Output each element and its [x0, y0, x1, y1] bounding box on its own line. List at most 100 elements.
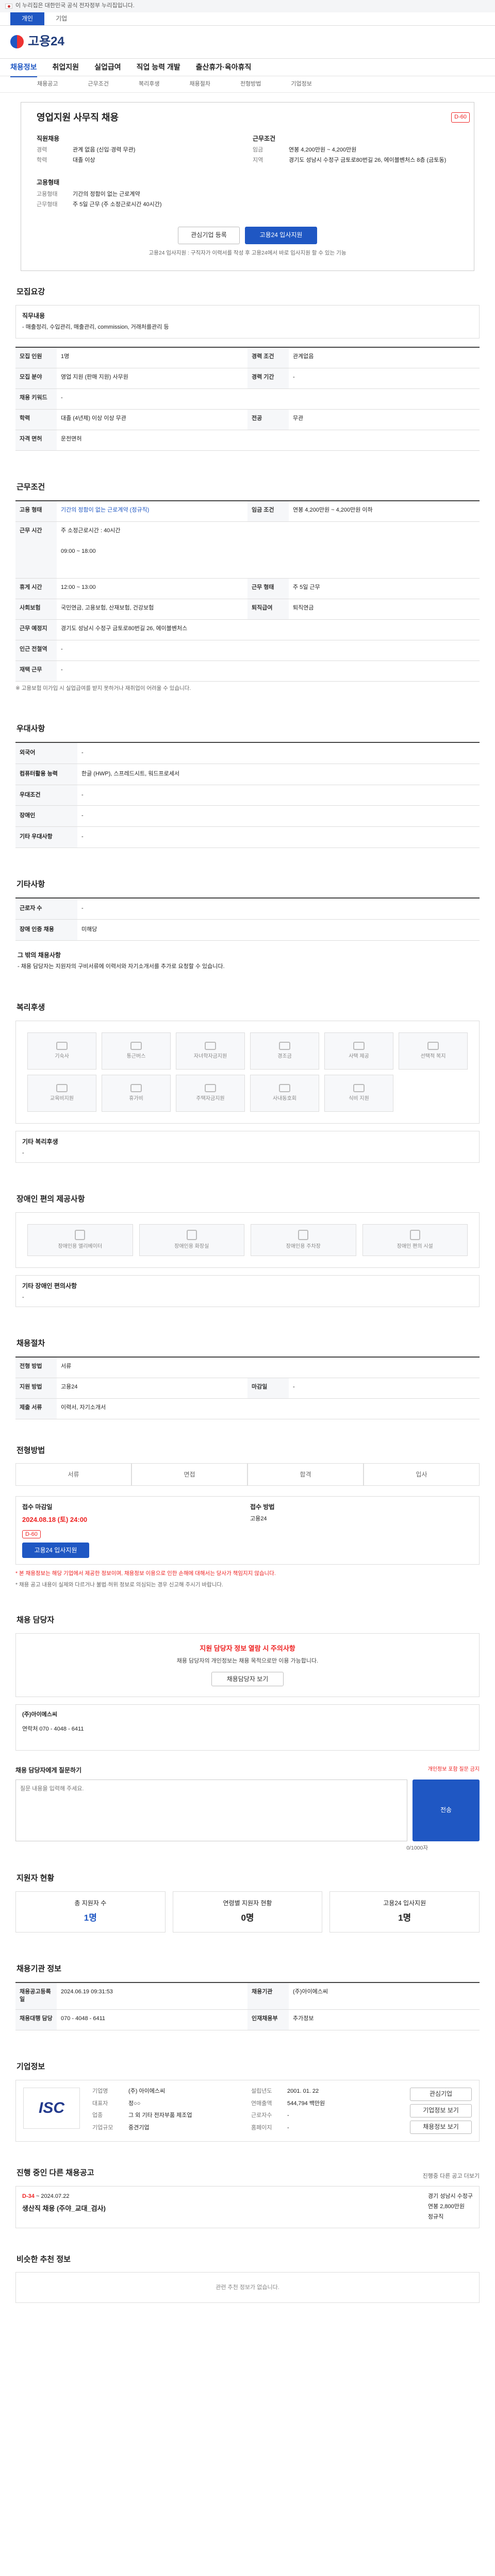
company-info-button[interactable]: 기업정보 보기 — [410, 2104, 472, 2118]
inquiry-send-button[interactable]: 전송 — [412, 1779, 480, 1841]
method-label: 접수 방법 — [250, 1503, 275, 1511]
etc-section: 기타사항 근로자 수- 장애 인증 채용 미해당 그 밖의 채용사항 - 채용 담… — [15, 879, 480, 971]
tab-company[interactable]: 기업 — [44, 12, 78, 25]
welfare-label: 식비 지원 — [349, 1095, 369, 1101]
other-jobs-section: 진행 중인 다른 채용공고 진행중 다른 공고 더보기 D-34 ~ 2024.… — [15, 2167, 480, 2228]
company-info-left: 기업명 (주) 아이에스씨 대표자 정○○ 업종 그 외 기타 전자부품 제조업 기업… — [92, 2088, 244, 2134]
subnav-item[interactable]: 복리후생 — [139, 80, 159, 89]
disability-label: 장애인 편의 시설 — [397, 1243, 433, 1249]
logo-text: 고용24 — [28, 35, 64, 49]
section-title: 장애인 편의 제공사항 — [16, 1195, 85, 1204]
subnav-item[interactable]: 채용절차 — [189, 80, 210, 89]
stats-row: 총 지원자 수 1명 연령별 지원자 현황 0명 고용24 입사지원 1명 — [15, 1891, 480, 1933]
nav-item-training[interactable]: 직업 능력 개발 — [137, 62, 180, 72]
welfare-item: 주택자금지원 — [176, 1075, 245, 1112]
cell: - — [77, 785, 480, 806]
welfare-label: 통근버스 — [126, 1053, 146, 1059]
welfare-section: 복리후생 기숙사 통근버스 자녀학자금지원 경조금 사택 제공 선택적 복지 교… — [15, 1002, 480, 1163]
subnav-item[interactable]: 기업정보 — [291, 80, 311, 89]
cell-head: 모집 분야 — [15, 368, 57, 389]
deadline-dday: D-60 — [22, 1530, 41, 1538]
cell-head: 지원 방법 — [15, 1378, 57, 1399]
site-logo[interactable]: 고용24 — [10, 33, 64, 51]
registration-section: 채용기관 정보 채용공고등록일 2024.06.19 09:31:53 채용기관 (주… — [15, 1963, 480, 2031]
vacation-icon — [130, 1083, 142, 1092]
subnav-item[interactable]: 근무조건 — [88, 80, 108, 89]
cell-head: 우대조건 — [15, 785, 77, 806]
welfare-other: 기타 복리후생 - — [15, 1131, 480, 1163]
cell-head: 사회보험 — [15, 599, 57, 620]
apply-button[interactable]: 고용24 입사지원 — [245, 226, 317, 244]
disability-label: 장애인용 주차장 — [286, 1243, 321, 1249]
favorite-company-button[interactable]: 관심기업 — [410, 2088, 472, 2102]
welfare-item: 사택 제공 — [324, 1032, 393, 1070]
section-title: 지원자 현황 — [16, 1874, 55, 1883]
contact-section: 채용 담당자 지원 담당자 정보 열람 시 주의사항 채용 담당자의 개인정보는… — [15, 1615, 480, 1751]
stat-value: 0명 — [241, 1913, 254, 1923]
inquiry-count: 0/1000자 — [406, 1844, 428, 1851]
job-title: 영업지원 사무직 채용 — [37, 112, 119, 123]
inquiry-textarea[interactable] — [15, 1779, 407, 1841]
etc-help-title: 그 밖의 채용사항 — [18, 951, 61, 959]
welfare-label: 주택자금지원 — [196, 1095, 225, 1101]
interest-button[interactable]: 관심기업 등록 — [178, 226, 240, 244]
stat-label: 총 지원자 수 — [74, 1899, 107, 1907]
tab-personal[interactable]: 개인 — [10, 12, 45, 25]
stat-box: 고용24 입사지원 1명 — [329, 1891, 480, 1933]
company-label: 직원채용 — [37, 135, 60, 143]
subnav-item[interactable]: 전형방법 — [240, 80, 261, 89]
cell: - — [289, 1378, 480, 1399]
disability-item: 장애인용 엘리베이터 — [27, 1224, 133, 1256]
cell-head: 채용대행 담당 — [15, 2010, 57, 2031]
nav-item-leave[interactable]: 출산휴가·육아휴직 — [196, 62, 252, 72]
company-logo: ISC — [23, 2088, 80, 2129]
meal-icon — [353, 1083, 365, 1092]
work-hours: 주 소정근로시간 : 40시간 — [61, 527, 121, 534]
welfare-label: 선택적 복지 — [420, 1053, 446, 1059]
section-title: 근무조건 — [16, 482, 45, 492]
cell: 2024.06.19 09:31:53 — [57, 1983, 248, 2010]
cell: - — [57, 389, 480, 410]
cell: 주 5일 근무 — [289, 579, 480, 599]
disability-item: 장애인용 화장실 — [139, 1224, 244, 1256]
info-key: 기업규모 — [92, 2124, 113, 2131]
welfare-item: 교육비지원 — [27, 1075, 96, 1112]
stat-box: 총 지원자 수 1명 — [15, 1891, 166, 1933]
section-title: 우대사항 — [16, 724, 45, 733]
duty-box: 직무내용 - 매출정리, 수입관리, 매출관리, commission, 거래처… — [15, 304, 480, 338]
section-title: 기타사항 — [16, 880, 45, 889]
view-contact-button[interactable]: 채용담당자 보기 — [211, 1672, 284, 1687]
preference-section: 우대사항 외국어 - 컴퓨터활용 능력 한글 (HWP), 스프레드시트, 워드프로… — [15, 723, 480, 849]
cell-head: 장애 인증 채용 — [15, 920, 77, 941]
deadline-apply-button[interactable]: 고용24 입사지원 — [22, 1543, 89, 1558]
cell-head: 전공 — [248, 409, 289, 430]
cell-head: 인재채용부 — [248, 2010, 289, 2031]
job-title-row: 영업지원 사무직 채용 D-60 — [37, 111, 474, 124]
other-job-item[interactable]: D-34 ~ 2024.07.22 생산직 채용 (주야_교대_검사) 경기 성… — [15, 2185, 480, 2228]
similar-section: 비슷한 추천 정보 관련 추천 정보가 없습니다. — [15, 2254, 480, 2303]
nav-item-unemployment[interactable]: 실업급여 — [94, 62, 121, 72]
cell: 연봉 4,200만원 ~ 4,200만원 이하 — [289, 501, 480, 522]
nav-item-support[interactable]: 취업지원 — [53, 62, 79, 72]
welfare-item: 휴가비 — [102, 1075, 171, 1112]
cell-head: 근무 형태 — [248, 578, 289, 599]
welfare-item: 사내동호회 — [250, 1075, 319, 1112]
disability-item: 장애인 편의 시설 — [362, 1224, 468, 1256]
conditions-label: 근무조건 — [253, 135, 276, 143]
info-key: 대표자 — [92, 2100, 108, 2107]
cell: 서류 — [57, 1358, 480, 1378]
apply-note: 고용24 입사지원 : 구직자가 이력서를 작성 후 고용24에서 바로 입사지… — [148, 249, 346, 256]
cell-head: 채용기관 — [248, 1982, 289, 2010]
cell: 관계없음 — [289, 348, 480, 368]
stat-label: 연령별 지원자 현황 — [223, 1899, 272, 1907]
disability-box: 장애인용 엘리베이터 장애인용 화장실 장애인용 주차장 장애인 편의 시설 — [15, 1212, 480, 1268]
step-item: 서류 — [15, 1463, 131, 1486]
company-jobs-button[interactable]: 채용정보 보기 — [410, 2121, 472, 2134]
more-jobs-link[interactable]: 진행중 다른 공고 더보기 — [423, 2173, 480, 2181]
nav-item-jobs[interactable]: 채용정보 — [10, 62, 37, 78]
cell-head: 기타 우대사항 — [15, 827, 77, 849]
subnav-item[interactable]: 채용공고 — [37, 80, 58, 89]
cell: 고용24 — [57, 1378, 248, 1399]
gov-banner-text: 이 누리집은 대한민국 공식 전자정부 누리집입니다. — [15, 3, 135, 9]
other-job-wage: 연봉 2,800만원 — [427, 2203, 465, 2210]
